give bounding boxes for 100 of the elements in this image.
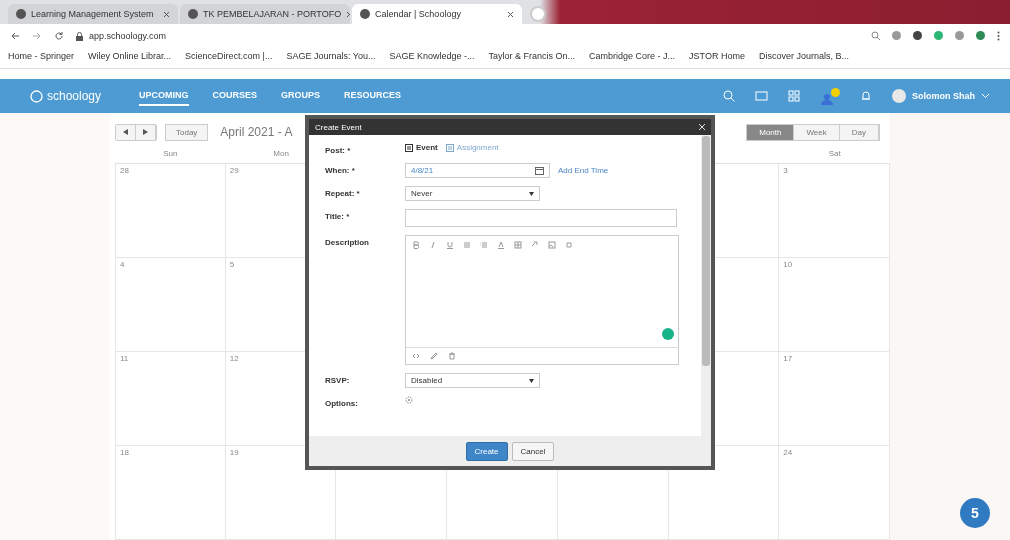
pencil-icon[interactable] (430, 352, 438, 360)
logo-text[interactable]: schoology (47, 89, 102, 103)
bookmark[interactable]: Home - Springer (8, 51, 75, 61)
image-icon[interactable] (548, 241, 556, 249)
weekday-label: Mon (273, 149, 289, 158)
calendar-day-cell[interactable]: 24 (779, 446, 890, 540)
bookmark[interactable]: SAGE Knowledge -... (389, 51, 475, 61)
chat-count[interactable]: 5 (971, 505, 979, 521)
nav-link[interactable]: UPCOMING (139, 86, 189, 106)
title-field[interactable] (405, 209, 677, 227)
assistant-icon[interactable] (662, 328, 674, 340)
trash-icon[interactable] (448, 352, 456, 360)
people-icon[interactable] (820, 87, 840, 105)
today-button[interactable]: Today (165, 123, 209, 141)
bell-icon[interactable] (860, 90, 872, 102)
bold-icon[interactable] (412, 241, 420, 249)
post-type-option[interactable]: Event (405, 143, 438, 152)
search-icon[interactable] (723, 90, 735, 102)
repeat-select[interactable]: Never (405, 186, 540, 201)
date-number: 11 (120, 354, 129, 363)
calendar-day-cell[interactable]: 18 (115, 446, 226, 540)
weekday-label: Sun (163, 149, 178, 158)
nav-link[interactable]: COURSES (212, 86, 258, 106)
dialog-title: Create Event (315, 122, 362, 132)
view-tab[interactable]: Day (839, 124, 879, 140)
calendar-day-cell[interactable]: 10 (779, 258, 890, 352)
bookmark[interactable]: Taylor & Francis On... (488, 51, 576, 61)
calendar-day-cell[interactable]: 28 (115, 164, 226, 258)
date-number: 17 (783, 354, 793, 363)
date-number: 29 (229, 166, 239, 175)
calendar-icon (535, 166, 544, 175)
text-color-icon[interactable] (497, 241, 505, 249)
browser-tab[interactable]: TK PEMBELAJARAN - PORTOFO (180, 4, 350, 24)
url-text[interactable]: app.schoology.com (89, 31, 166, 41)
view-tab[interactable]: Week (794, 124, 840, 140)
user-name[interactable]: Solomon Shah (912, 91, 975, 101)
arrow-right-icon (143, 128, 148, 135)
previous-button[interactable] (116, 124, 136, 140)
cancel-button[interactable]: Cancel (511, 441, 555, 461)
calendar-day-cell[interactable]: 4 (115, 258, 226, 352)
calendar-day-cell[interactable]: 11 (115, 352, 226, 446)
add-end-time-link[interactable]: Add End Time (558, 166, 609, 175)
favicon-icon (360, 9, 370, 19)
link-icon[interactable] (531, 241, 539, 249)
date-number: 5 (229, 260, 235, 269)
close-icon[interactable] (507, 10, 514, 18)
favicon-icon (188, 9, 198, 19)
code-icon[interactable] (412, 352, 420, 360)
view-tab[interactable]: Month (747, 124, 795, 140)
date-number: 10 (783, 260, 793, 269)
description-editor[interactable] (405, 235, 679, 365)
browser-tab[interactable]: Learning Management System (8, 4, 178, 24)
bookmark[interactable]: Discover Journals, B... (758, 51, 849, 61)
scrollbar[interactable] (701, 135, 711, 436)
field-label: Post: * (325, 145, 352, 155)
date-number: 18 (120, 448, 129, 457)
bookmark[interactable]: ScienceDirect.com |... (185, 51, 273, 61)
date-number: 28 (120, 166, 129, 175)
date-number: 4 (120, 260, 125, 269)
close-icon[interactable] (163, 10, 170, 18)
new-tab-icon[interactable] (530, 6, 546, 22)
lock-icon (76, 31, 83, 41)
italic-icon[interactable] (429, 241, 437, 249)
nav-link[interactable]: RESOURCES (344, 86, 402, 106)
menu-icon[interactable] (997, 31, 1000, 41)
avatar-icon[interactable] (892, 89, 906, 103)
calendar-day-cell[interactable]: 17 (779, 352, 890, 446)
bookmark[interactable]: JSTOR Home (689, 51, 745, 61)
chevron-down-icon[interactable] (981, 93, 990, 99)
calendar-day-cell[interactable]: 3 (779, 164, 890, 258)
table-icon[interactable] (514, 241, 522, 249)
rsvp-select[interactable]: Disabled (405, 373, 540, 388)
forward-icon[interactable] (32, 31, 42, 41)
date-number: 24 (783, 448, 793, 457)
date-range: April 2021 - A (220, 125, 293, 139)
message-icon[interactable] (755, 90, 768, 102)
caret-icon (529, 191, 534, 196)
gear-icon[interactable] (405, 396, 413, 404)
favicon-icon (16, 9, 26, 19)
nav-link[interactable]: GROUPS (281, 86, 321, 106)
logo-icon (30, 89, 43, 103)
bookmark[interactable]: SAGE Journals: You... (286, 51, 376, 61)
back-icon[interactable] (10, 31, 20, 41)
post-type-option[interactable]: Assignment (445, 143, 499, 152)
grid-icon[interactable] (788, 90, 800, 102)
weekday-label: Sat (828, 149, 841, 158)
next-button[interactable] (136, 124, 156, 140)
date-number: 19 (229, 448, 239, 457)
arrow-left-icon (123, 128, 128, 135)
zoom-icon[interactable] (871, 31, 880, 40)
create-button[interactable]: Create (465, 441, 508, 461)
date-number: 3 (783, 166, 788, 175)
reload-icon[interactable] (54, 31, 64, 41)
underline-icon[interactable] (446, 241, 454, 249)
bookmark[interactable]: Cambridge Core - J... (589, 51, 676, 61)
date-number: 12 (229, 354, 239, 363)
caret-icon (529, 378, 534, 383)
bookmark[interactable]: Wiley Online Librar... (88, 51, 172, 61)
date-field[interactable]: 4/8/21 (405, 163, 550, 178)
browser-tab[interactable]: Calendar | Schoology (352, 4, 522, 24)
